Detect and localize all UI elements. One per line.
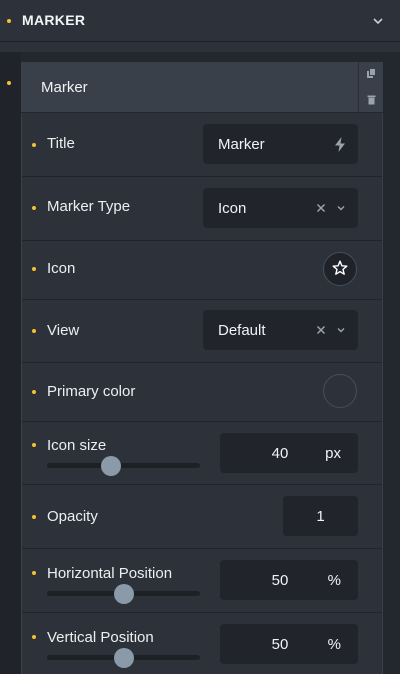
field-row-primary-color: Primary color — [22, 363, 382, 422]
title-label: Title — [47, 135, 75, 152]
field-indicator-dot — [32, 515, 36, 519]
horizontal-position-input[interactable]: 50 % — [220, 560, 358, 600]
field-indicator-dot — [32, 267, 36, 271]
horizontal-position-unit: % — [327, 572, 341, 589]
title-input[interactable]: Marker — [203, 124, 358, 164]
vertical-position-slider[interactable] — [47, 648, 200, 668]
marker-type-value: Icon — [218, 200, 247, 217]
vertical-position-unit: % — [327, 636, 341, 653]
field-row-title: Title Marker — [22, 113, 382, 177]
horizontal-position-value: 50 — [271, 572, 289, 589]
field-row-opacity: Opacity 1 — [22, 485, 382, 549]
field-indicator-dot — [32, 206, 36, 210]
chevron-down-icon[interactable] — [336, 325, 346, 335]
field-row-marker-type: Marker Type Icon — [22, 177, 382, 241]
vertical-position-slider-thumb[interactable] — [113, 648, 134, 668]
repeater-item-header[interactable]: Marker — [21, 62, 358, 113]
icon-size-label: Icon size — [47, 437, 107, 454]
view-label: View — [47, 322, 80, 339]
title-value: Marker — [218, 136, 265, 153]
primary-color-label: Primary color — [47, 383, 136, 400]
field-indicator-dot — [32, 443, 36, 447]
field-indicator-dot — [32, 143, 36, 147]
repeater-item-tools — [358, 62, 383, 113]
field-row-icon: Icon — [22, 241, 382, 300]
field-indicator-dot — [32, 571, 36, 575]
section-body-top — [0, 42, 400, 52]
section-header[interactable]: MARKER — [0, 0, 400, 42]
trash-icon[interactable] — [366, 94, 377, 105]
vertical-position-label: Vertical Position — [47, 629, 154, 646]
horizontal-position-slider[interactable] — [47, 584, 200, 604]
icon-size-unit: px — [325, 445, 341, 462]
chevron-down-icon[interactable] — [372, 15, 384, 27]
icon-label: Icon — [47, 260, 76, 277]
section-indicator-dot — [7, 19, 11, 23]
bolt-icon[interactable] — [334, 137, 346, 152]
clear-icon[interactable] — [316, 325, 326, 335]
horizontal-position-label: Horizontal Position — [47, 565, 173, 582]
field-indicator-dot — [32, 635, 36, 639]
view-value: Default — [218, 322, 266, 339]
repeater-rail — [0, 52, 21, 674]
icon-size-value: 40 — [271, 445, 289, 462]
field-row-horizontal-position: Horizontal Position 50 % — [22, 549, 382, 613]
color-swatch-button[interactable] — [323, 374, 357, 408]
field-row-view: View Default — [22, 300, 382, 363]
section-title: MARKER — [22, 12, 86, 28]
repeater-item-label: Marker — [41, 79, 88, 96]
opacity-input[interactable]: 1 — [283, 496, 358, 536]
icon-size-slider-thumb[interactable] — [101, 456, 122, 476]
icon-size-slider[interactable] — [47, 456, 200, 476]
chevron-down-icon[interactable] — [336, 203, 346, 213]
opacity-value: 1 — [316, 508, 325, 525]
horizontal-position-slider-thumb[interactable] — [113, 584, 134, 604]
vertical-position-input[interactable]: 50 % — [220, 624, 358, 664]
star-icon — [332, 260, 348, 275]
icon-picker-button[interactable] — [323, 252, 357, 286]
view-select[interactable]: Default — [203, 310, 358, 350]
field-indicator-dot — [32, 329, 36, 333]
icon-size-input[interactable]: 40 px — [220, 433, 358, 473]
marker-type-label: Marker Type — [47, 198, 131, 215]
marker-type-select[interactable]: Icon — [203, 188, 358, 228]
repeater-indicator-dot — [7, 81, 11, 85]
opacity-label: Opacity — [47, 508, 98, 525]
copy-icon[interactable] — [366, 68, 377, 79]
panel-gutter — [384, 52, 400, 674]
field-row-icon-size: Icon size 40 px — [22, 422, 382, 485]
field-row-vertical-position: Vertical Position 50 % — [22, 613, 382, 674]
clear-icon[interactable] — [316, 203, 326, 213]
vertical-position-value: 50 — [271, 636, 289, 653]
field-indicator-dot — [32, 390, 36, 394]
